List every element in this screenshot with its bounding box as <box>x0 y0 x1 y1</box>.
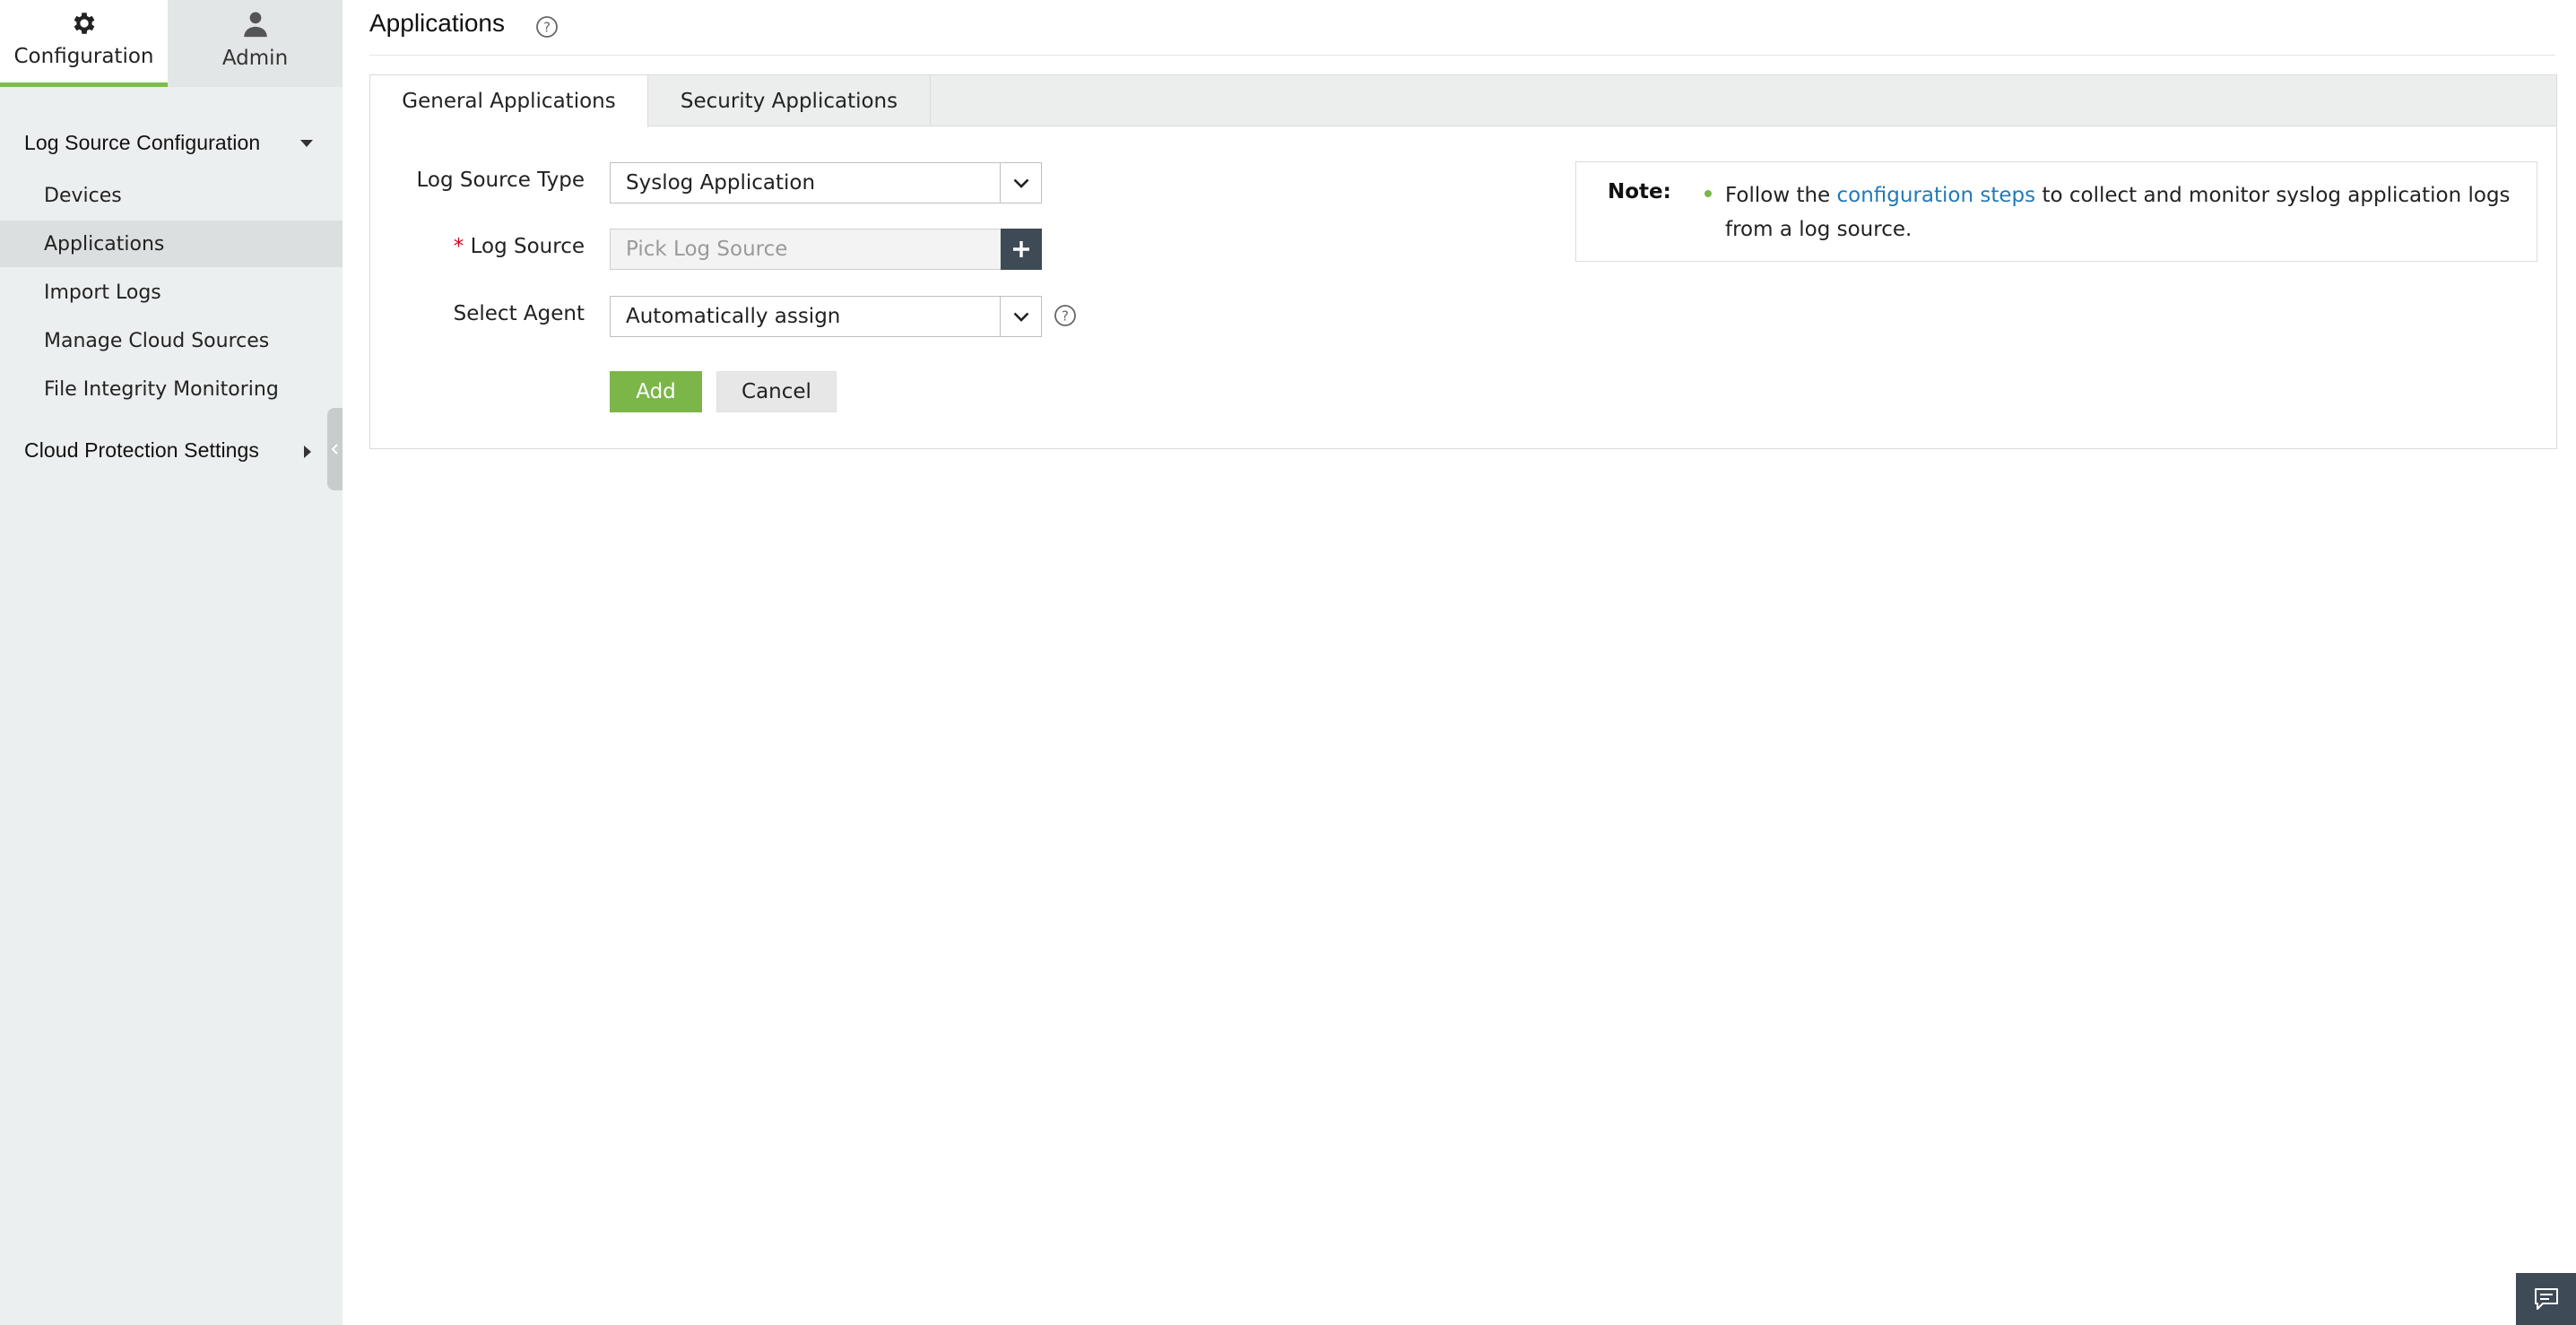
sidebar-item-applications[interactable]: Applications <box>0 221 343 267</box>
help-icon[interactable]: ? <box>535 15 559 39</box>
sidebar-item-file-integrity-monitoring[interactable]: File Integrity Monitoring <box>0 366 343 412</box>
caret-down-icon[interactable] <box>300 140 313 149</box>
sidebar: Configuration Admin Log Source Configura… <box>0 0 343 1325</box>
tab-strip: General Applications Security Applicatio… <box>370 75 2556 127</box>
sidebar-item-label: File Integrity Monitoring <box>44 377 279 401</box>
select-agent-select[interactable]: Automatically assign <box>610 296 1042 337</box>
note-label: Note: <box>1608 180 1671 204</box>
add-button[interactable]: Add <box>610 371 702 412</box>
cancel-button[interactable]: Cancel <box>716 371 837 412</box>
tab-admin[interactable]: Admin <box>168 0 343 87</box>
log-source-type-dropdown-button[interactable] <box>1000 163 1041 203</box>
tab-security-applications[interactable]: Security Applications <box>648 75 931 126</box>
tab-configuration[interactable]: Configuration <box>0 0 168 87</box>
log-source-type-value: Syslog Application <box>626 171 816 195</box>
chevron-left-icon <box>331 444 338 455</box>
top-tabs: Configuration Admin <box>0 0 343 87</box>
required-mark: * <box>453 235 464 258</box>
note-box: Note: Follow the configuration steps to … <box>1575 161 2537 262</box>
nav-section-cloud-protection-settings[interactable]: Cloud Protection Settings <box>24 438 259 463</box>
note-text: Follow the configuration steps to collec… <box>1725 178 2514 247</box>
svg-text:?: ? <box>1062 308 1069 325</box>
configuration-steps-link[interactable]: configuration steps <box>1837 184 2036 207</box>
nav-section-label: Log Source Configuration <box>24 131 261 154</box>
select-agent-value: Automatically assign <box>626 305 841 328</box>
add-log-source-button[interactable] <box>1001 229 1042 270</box>
chat-icon <box>2534 1288 2558 1310</box>
nav-section-log-source-configuration[interactable]: Log Source Configuration <box>24 131 260 155</box>
log-source-type-label: Log Source Type <box>416 169 585 192</box>
chat-widget-button[interactable] <box>2516 1273 2576 1325</box>
applications-panel: General Applications Security Applicatio… <box>369 74 2557 449</box>
gear-icon <box>74 13 94 34</box>
note-text-before: Follow the <box>1725 184 1837 207</box>
plus-icon <box>1013 241 1029 257</box>
log-source-input[interactable] <box>610 229 1002 270</box>
log-source-label-text: Log Source <box>470 235 585 258</box>
select-agent-dropdown-button[interactable] <box>1000 297 1041 336</box>
chevron-down-icon <box>1013 312 1028 322</box>
agent-help-icon[interactable]: ? <box>1054 304 1077 327</box>
tab-admin-label: Admin <box>221 47 289 70</box>
page-title: Applications <box>369 9 505 37</box>
sidebar-item-label: Applications <box>44 232 165 255</box>
sidebar-item-label: Devices <box>44 184 122 207</box>
sidebar-item-manage-cloud-sources[interactable]: Manage Cloud Sources <box>0 317 343 364</box>
sidebar-item-import-logs[interactable]: Import Logs <box>0 269 343 316</box>
sidebar-collapse-handle[interactable] <box>327 408 343 490</box>
sidebar-item-label: Manage Cloud Sources <box>44 329 270 352</box>
tab-configuration-label: Configuration <box>13 45 154 68</box>
sidebar-item-label: Import Logs <box>44 281 161 304</box>
log-source-label: * Log Source <box>370 235 585 258</box>
user-icon <box>243 12 267 38</box>
note-bullet <box>1704 190 1712 197</box>
tab-general-applications[interactable]: General Applications <box>370 75 648 127</box>
svg-text:?: ? <box>543 20 551 36</box>
caret-right-icon[interactable] <box>304 446 313 458</box>
log-source-type-select[interactable]: Syslog Application <box>610 162 1042 204</box>
tab-label: Security Applications <box>680 89 898 113</box>
nav-section-label: Cloud Protection Settings <box>24 438 260 462</box>
chevron-down-icon <box>1013 178 1028 188</box>
select-agent-label: Select Agent <box>453 302 585 325</box>
sidebar-item-devices[interactable]: Devices <box>0 172 343 219</box>
title-divider <box>369 55 2555 56</box>
tab-label: General Applications <box>402 90 616 113</box>
